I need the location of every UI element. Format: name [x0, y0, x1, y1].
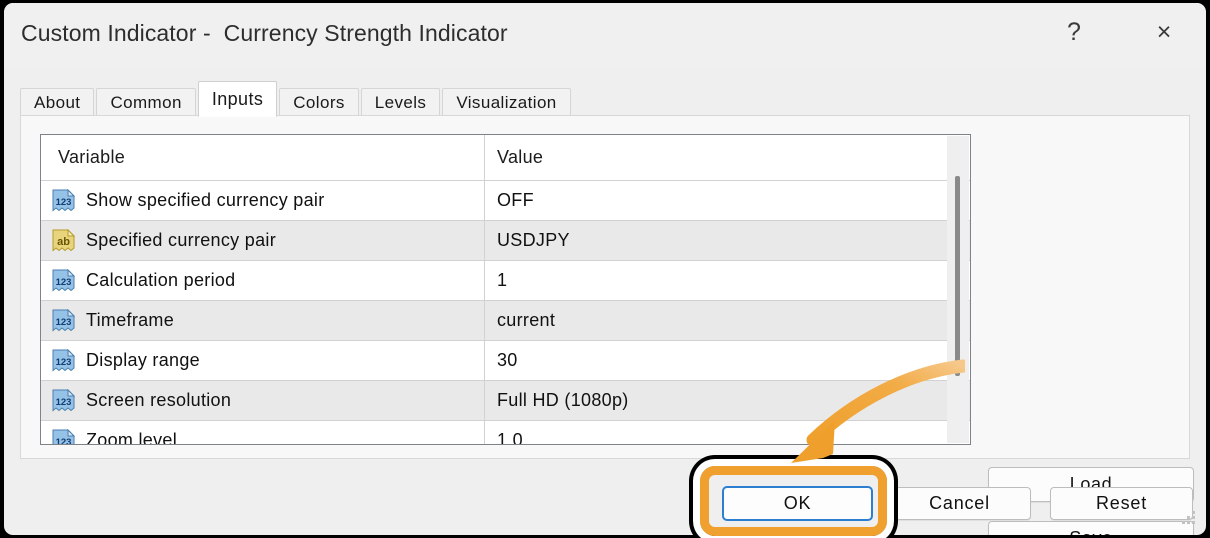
header-cell-value: Value [485, 135, 970, 180]
svg-text:123: 123 [56, 197, 72, 208]
column-header-variable: Variable [58, 147, 126, 167]
tab-strip: About Common Inputs Colors Levels Visualizati… [20, 81, 573, 117]
svg-text:123: 123 [56, 357, 72, 368]
svg-text:123: 123 [56, 277, 72, 288]
tab-label: Visualization [456, 92, 557, 112]
cell-variable[interactable]: 123 Calculation period [41, 261, 484, 300]
table-row[interactable]: 123 Screen resolution Full HD (1080p) [41, 381, 970, 421]
variable-value: 1.0 [497, 430, 523, 444]
variable-value: 1 [497, 270, 508, 290]
table-row[interactable]: 123 Display range 30 [41, 341, 970, 381]
tab-label: About [34, 92, 81, 112]
screen: Custom Indicator - Currency Strength Ind… [0, 0, 1210, 538]
string-variable-icon: ab [51, 228, 77, 253]
title-bar: Custom Indicator - Currency Strength Ind… [4, 3, 1206, 68]
cell-variable[interactable]: 123 Show specified currency pair [41, 181, 484, 220]
numeric-variable-icon: 123 [51, 308, 77, 333]
cell-variable[interactable]: 123 Zoom level [41, 421, 484, 444]
table-row[interactable]: 123 Show specified currency pair OFF [41, 181, 970, 221]
grip-dot [1187, 521, 1190, 524]
save-button[interactable]: Save [988, 521, 1194, 535]
tab-common[interactable]: Common [96, 88, 196, 116]
numeric-variable-icon: 123 [51, 428, 77, 445]
numeric-variable-icon: 123 [51, 188, 77, 213]
variable-value: current [497, 310, 556, 330]
variable-name: Screen resolution [86, 390, 232, 410]
close-button[interactable]: × [1134, 3, 1194, 61]
tab-inputs[interactable]: Inputs [197, 81, 278, 117]
grip-dot [1192, 521, 1195, 524]
help-button[interactable]: ? [1044, 3, 1104, 61]
variable-name: Show specified currency pair [86, 190, 325, 210]
vertical-scrollbar[interactable] [947, 136, 969, 443]
tab-levels[interactable]: Levels [360, 88, 441, 116]
variable-name: Calculation period [86, 270, 236, 290]
cancel-button[interactable]: Cancel [888, 487, 1031, 520]
grip-dot [1192, 511, 1195, 514]
variable-name: Display range [86, 350, 200, 370]
numeric-variable-icon: 123 [51, 348, 77, 373]
ok-button[interactable]: OK [722, 486, 873, 521]
variable-name: Zoom level [86, 430, 178, 444]
table-row[interactable]: 123 Zoom level 1.0 [41, 421, 970, 444]
variable-name: Specified currency pair [86, 230, 276, 250]
header-cell-variable: Variable [41, 135, 484, 180]
cell-value[interactable]: 1 [485, 261, 970, 300]
cell-value[interactable]: USDJPY [485, 221, 970, 260]
cell-variable[interactable]: 123 Timeframe [41, 301, 484, 340]
cell-value[interactable]: current [485, 301, 970, 340]
cell-value[interactable]: 30 [485, 341, 970, 380]
cell-value[interactable]: OFF [485, 181, 970, 220]
grip-dot [1187, 516, 1190, 519]
cell-variable[interactable]: 123 Display range [41, 341, 484, 380]
table-row[interactable]: 123 Timeframe current [41, 301, 970, 341]
tab-about[interactable]: About [20, 88, 95, 116]
cell-variable[interactable]: ab Specified currency pair [41, 221, 484, 260]
svg-text:123: 123 [56, 317, 72, 328]
reset-button[interactable]: Reset [1050, 487, 1193, 520]
grip-dot [1182, 521, 1185, 524]
tab-label: Levels [374, 92, 427, 112]
resize-grip-icon[interactable] [1182, 511, 1196, 525]
svg-text:ab: ab [57, 236, 70, 248]
custom-indicator-dialog: Custom Indicator - Currency Strength Ind… [4, 3, 1206, 535]
numeric-variable-icon: 123 [51, 268, 77, 293]
scrollbar-thumb[interactable] [955, 176, 960, 376]
tab-visualization[interactable]: Visualization [442, 88, 571, 116]
question-mark-icon: ? [1067, 17, 1081, 46]
cell-value[interactable]: Full HD (1080p) [485, 381, 970, 420]
tab-colors[interactable]: Colors [279, 88, 359, 116]
svg-text:123: 123 [56, 397, 72, 408]
table-header-row: Variable Value [41, 135, 970, 181]
table-row[interactable]: 123 Calculation period 1 [41, 261, 970, 301]
variable-value: Full HD (1080p) [497, 390, 629, 410]
cell-value[interactable]: 1.0 [485, 421, 970, 444]
table-row[interactable]: ab Specified currency pair USDJPY [41, 221, 970, 261]
inputs-table: Variable Value 123 Show specified currency … [40, 134, 971, 445]
column-header-value: Value [497, 147, 544, 167]
tab-label: Inputs [211, 88, 264, 109]
tab-label: Colors [293, 92, 345, 112]
svg-text:123: 123 [56, 437, 72, 445]
variable-value: OFF [497, 190, 534, 210]
variable-name: Timeframe [86, 310, 175, 330]
inputs-tab-panel: Variable Value 123 Show specified currency … [20, 115, 1194, 535]
variable-value: USDJPY [497, 230, 570, 250]
tab-label: Common [110, 92, 182, 112]
dialog-title: Custom Indicator - Currency Strength Ind… [21, 20, 508, 46]
inputs-table-body: Variable Value 123 Show specified currency … [41, 135, 970, 444]
grip-dot [1192, 516, 1195, 519]
close-icon: × [1156, 17, 1172, 46]
variable-value: 30 [497, 350, 518, 370]
cell-variable[interactable]: 123 Screen resolution [41, 381, 484, 420]
numeric-variable-icon: 123 [51, 388, 77, 413]
